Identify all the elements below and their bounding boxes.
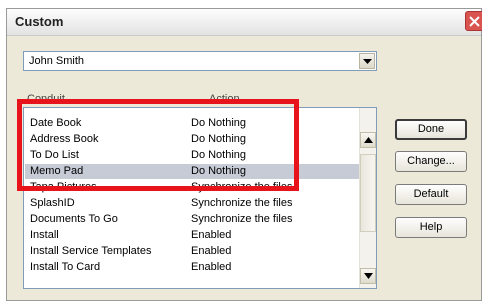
list-item[interactable]: Address Book Do Nothing [25, 132, 359, 147]
conduit-name: To Do List [30, 149, 79, 161]
conduit-name: Address Book [30, 133, 99, 145]
conduit-list[interactable]: Date Book Do Nothing Address Book Do Not… [23, 107, 377, 289]
chevron-down-icon [363, 59, 372, 64]
user-select[interactable]: John Smith [23, 51, 377, 71]
column-header-conduit: Conduit [27, 93, 65, 105]
custom-dialog: Custom John Smith Conduit Action Date Bo… [6, 8, 482, 301]
conduit-name: Memo Pad [30, 165, 84, 177]
user-select-dropdown-button[interactable] [359, 53, 375, 69]
change-button[interactable]: Change... [395, 151, 467, 172]
conduit-name: Tapa Pictures [30, 181, 97, 193]
list-scrollbar[interactable] [359, 108, 376, 288]
chevron-up-icon [364, 137, 373, 143]
conduit-name: Install To Card [30, 261, 101, 273]
conduit-action: Synchronize the files [191, 181, 293, 193]
conduit-name: Install [30, 229, 59, 241]
list-item[interactable]: Tapa Pictures Synchronize the files [25, 180, 359, 195]
conduit-name: Date Book [30, 117, 82, 129]
conduit-action: Do Nothing [191, 133, 247, 145]
list-item[interactable]: To Do List Do Nothing [25, 148, 359, 163]
done-button[interactable]: Done [395, 119, 467, 140]
dialog-title: Custom [15, 14, 64, 29]
scroll-up-button[interactable] [360, 132, 376, 148]
conduit-action: Enabled [191, 261, 232, 273]
title-bar: Custom [7, 9, 482, 36]
conduit-action: Do Nothing [191, 149, 247, 161]
scroll-down-button[interactable] [360, 268, 376, 284]
list-item-selected[interactable]: Memo Pad Do Nothing [25, 164, 359, 179]
conduit-action: Synchronize the files [191, 197, 293, 209]
scroll-thumb[interactable] [360, 154, 376, 232]
conduit-action: Enabled [191, 229, 232, 241]
list-column-headers: Conduit Action [27, 93, 357, 107]
column-header-action: Action [209, 93, 240, 105]
conduit-action: Do Nothing [191, 117, 247, 129]
user-select-value: John Smith [29, 55, 85, 67]
help-button[interactable]: Help [395, 217, 467, 238]
conduit-name: SplashID [30, 197, 75, 209]
conduit-name: Install Service Templates [30, 245, 152, 257]
conduit-name: Documents To Go [30, 213, 118, 225]
list-item[interactable]: Install To Card Enabled [25, 260, 359, 275]
close-button[interactable] [465, 11, 482, 31]
list-item[interactable]: SplashID Synchronize the files [25, 196, 359, 211]
list-item[interactable]: Install Service Templates Enabled [25, 244, 359, 259]
close-x-icon [469, 16, 480, 27]
list-item[interactable]: Install Enabled [25, 228, 359, 243]
default-button[interactable]: Default [395, 184, 467, 205]
list-item[interactable]: Date Book Do Nothing [25, 116, 359, 131]
list-item[interactable]: Documents To Go Synchronize the files [25, 212, 359, 227]
conduit-action: Do Nothing [191, 165, 247, 177]
chevron-down-icon [364, 273, 373, 279]
conduit-action: Enabled [191, 245, 232, 257]
conduit-action: Synchronize the files [191, 213, 293, 225]
